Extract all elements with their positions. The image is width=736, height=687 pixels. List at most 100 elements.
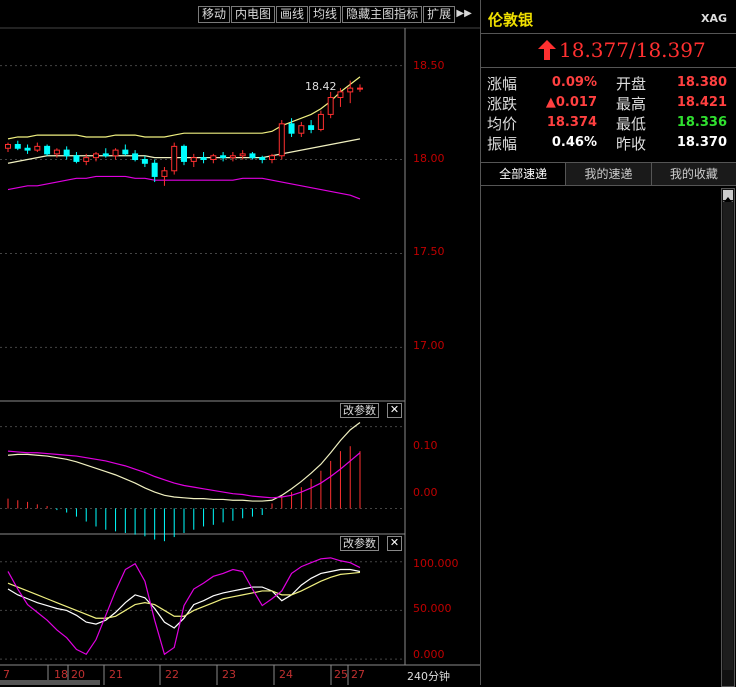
bid-ask-price: 18.377/18.397 — [559, 38, 706, 62]
kdj-param-button[interactable]: 改参数 — [340, 536, 379, 551]
date-label: 22 — [165, 668, 179, 681]
candle-body — [34, 145, 41, 151]
tab-my-favorites[interactable]: 我的收藏 — [651, 163, 736, 185]
move-button[interactable]: 移动 — [198, 6, 231, 23]
date-label: 25 — [334, 668, 348, 681]
candle-body — [259, 157, 266, 161]
stat-label: 涨幅 — [487, 75, 518, 93]
stat-label: 最低 — [616, 115, 647, 133]
candle-body — [44, 145, 51, 155]
candle-body — [210, 155, 217, 161]
stat-row: 振幅 0.46% 昨收 18.370 — [481, 133, 736, 153]
date-label: 23 — [222, 668, 236, 681]
stat-label: 涨跌 — [487, 95, 518, 113]
candle-body — [132, 153, 139, 161]
stat-value: 0.09% — [551, 75, 597, 90]
stat-value: 18.370 — [676, 135, 727, 150]
candle-body — [53, 149, 60, 155]
instrument-title: 伦敦银 — [488, 11, 534, 29]
candle-body — [93, 153, 99, 159]
macd-param-button[interactable]: 改参数 — [340, 403, 379, 418]
date-label: 7 — [3, 668, 10, 681]
candle-body — [151, 162, 158, 177]
date-scroll-indicator — [0, 680, 100, 685]
candle-body — [229, 155, 236, 159]
date-label: 27 — [351, 668, 365, 681]
stat-value: 0.46% — [551, 135, 597, 150]
price-axis-label: 17.50 — [413, 245, 445, 258]
candle-body — [249, 153, 256, 159]
candle-body — [357, 87, 363, 90]
candle-body — [288, 123, 295, 134]
kdj-d-line — [7, 571, 361, 619]
macd-axis-label: 0.10 — [413, 439, 438, 452]
macd-close-icon[interactable]: ✕ — [387, 403, 402, 418]
candle-body — [337, 91, 344, 99]
price-axis-label: 17.00 — [413, 339, 445, 352]
draw-line-button[interactable]: 画线 — [276, 6, 309, 23]
kdj-j-line — [7, 557, 361, 656]
kdj-close-icon[interactable]: ✕ — [387, 536, 402, 551]
stat-label: 均价 — [487, 115, 518, 133]
candle-body — [220, 155, 227, 159]
chart-toolbar: 移动 内电图 画线 均线 隐藏主图指标 扩展 ▶▶ — [198, 6, 472, 23]
high-price-annotation: 18.42 — [305, 80, 337, 93]
candle-body — [14, 143, 21, 149]
stat-value: 18.374 — [546, 115, 597, 130]
quote-panel: 伦敦银 XAG 18.377/18.397 涨幅 0.09% 开盘 18.380… — [480, 0, 736, 687]
candle-body — [102, 153, 109, 157]
candle-body — [239, 153, 246, 157]
stat-value: 18.380 — [676, 75, 727, 90]
candle-body — [112, 149, 119, 157]
kline-chart[interactable] — [0, 0, 480, 685]
price-axis-label: 18.00 — [413, 152, 445, 165]
lower-band-line — [7, 175, 361, 200]
forward-arrow-icon[interactable]: ▶▶ — [456, 6, 472, 21]
scroll-thumb[interactable] — [723, 201, 733, 670]
candle-body — [269, 155, 275, 161]
kdj-axis-label: 100.000 — [413, 557, 459, 570]
date-label: 18 — [54, 668, 68, 681]
news-scrollbar[interactable] — [721, 188, 735, 687]
kdj-axis-label: 0.000 — [413, 648, 445, 661]
divider — [481, 33, 736, 34]
stat-value: ▲0.017 — [545, 95, 597, 110]
inner-chart-button[interactable]: 内电图 — [231, 6, 276, 23]
candle-body — [317, 113, 324, 130]
quote-stats: 涨幅 0.09% 开盘 18.380 涨跌 ▲0.017 最高 18.421 均… — [481, 73, 736, 153]
tab-all-news[interactable]: 全部速递 — [481, 163, 567, 185]
candle-body — [161, 170, 168, 177]
candle-body — [83, 157, 90, 162]
divider — [481, 67, 736, 68]
candle-body — [278, 123, 285, 157]
extend-button[interactable]: 扩展 — [423, 6, 456, 23]
candle-body — [122, 149, 129, 155]
candle-body — [24, 147, 31, 151]
instrument-code: XAG — [700, 12, 727, 25]
hide-indicator-button[interactable]: 隐藏主图指标 — [342, 6, 423, 23]
stat-value: 18.336 — [676, 115, 727, 130]
stat-label: 最高 — [616, 95, 647, 113]
date-label: 20 — [71, 668, 85, 681]
tab-my-news[interactable]: 我的速递 — [566, 163, 652, 185]
candle-body — [5, 143, 11, 149]
candle-body — [141, 159, 148, 164]
stat-row: 涨幅 0.09% 开盘 18.380 — [481, 73, 736, 93]
candle-body — [298, 125, 305, 134]
kdj-k-line — [7, 568, 361, 629]
stat-label: 开盘 — [616, 75, 647, 93]
price-axis-label: 18.50 — [413, 59, 445, 72]
moving-average-button[interactable]: 均线 — [309, 6, 342, 23]
chart-area[interactable]: 移动 内电图 画线 均线 隐藏主图指标 扩展 ▶▶ 18.42 18.50 18… — [0, 0, 480, 685]
scroll-up-icon[interactable] — [723, 190, 733, 202]
candle-body — [200, 157, 207, 161]
candle-body — [347, 87, 354, 93]
date-label: 24 — [279, 668, 293, 681]
stat-row: 涨跌 ▲0.017 最高 18.421 — [481, 93, 736, 113]
candle-body — [308, 125, 315, 130]
date-label: 21 — [109, 668, 123, 681]
candle-body — [73, 155, 80, 162]
candle-body — [171, 145, 178, 172]
stat-value: 18.421 — [676, 95, 727, 110]
stat-label: 振幅 — [487, 135, 518, 153]
